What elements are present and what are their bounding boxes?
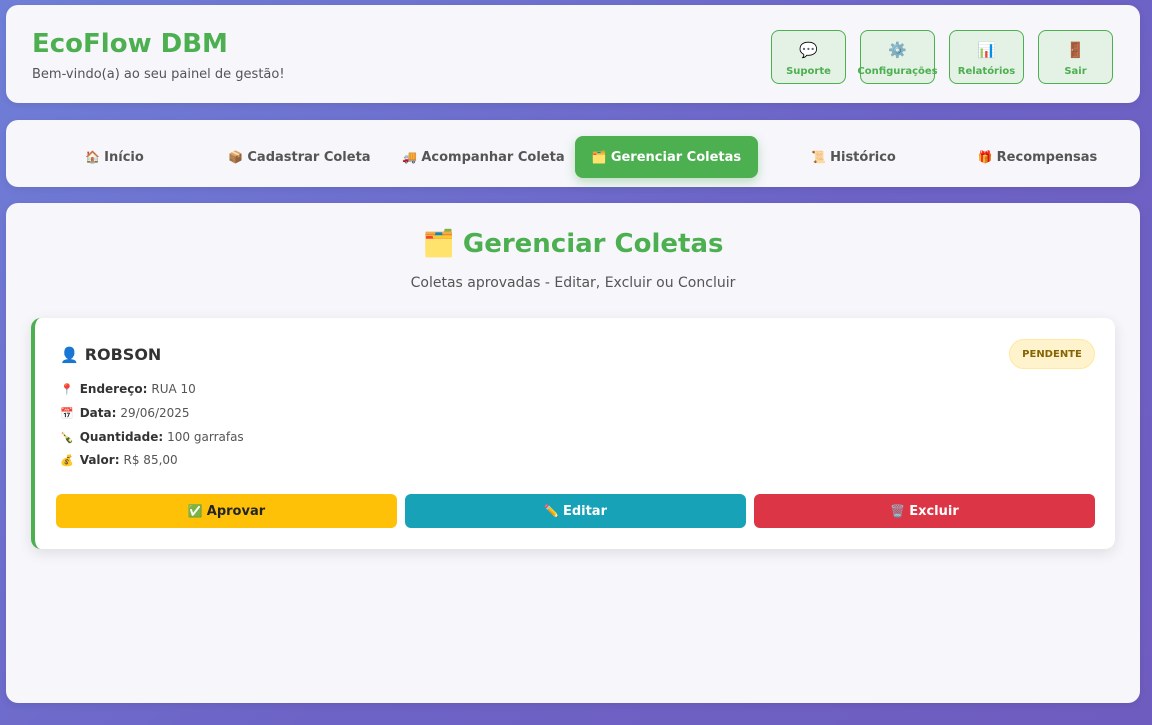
tab-label: Acompanhar Coleta (421, 150, 565, 165)
support-button-label: Suporte (786, 66, 831, 77)
folder-icon: 🗂️ (422, 229, 455, 259)
delete-button[interactable]: 🗑️ Excluir (754, 494, 1095, 528)
tab-label: Gerenciar Coletas (610, 150, 742, 165)
door-icon: 🚪 (1066, 41, 1085, 59)
tab-cadastrar-coleta[interactable]: 📦 Cadastrar Coleta (208, 136, 391, 178)
detail-value: 29/06/2025 (120, 406, 190, 420)
tab-label: Cadastrar Coleta (247, 150, 371, 165)
main-panel: 🗂️ Gerenciar Coletas Coletas aprovadas - … (6, 203, 1140, 703)
detail-value-amount: 💰 Valor: R$ 85,00 (60, 453, 178, 467)
collection-card: 👤 ROBSON PENDENTE 📍 Endereço: RUA 10 📅 Data:… (31, 318, 1115, 549)
edit-button[interactable]: ✏️ Editar (405, 494, 746, 528)
detail-label: Quantidade: (79, 430, 164, 444)
detail-label: Valor: (79, 453, 120, 467)
pencil-icon: ✏️ (544, 504, 559, 518)
support-button[interactable]: 💬 Suporte (771, 30, 846, 84)
speech-bubble-icon: 💬 (799, 41, 818, 59)
page-title: 🗂️ Gerenciar Coletas (6, 229, 1140, 259)
reports-button-label: Relatórios (957, 66, 1016, 77)
tab-label: Histórico (830, 150, 896, 165)
calendar-icon: 📅 (60, 407, 74, 420)
gear-icon: ⚙️ (888, 41, 907, 59)
tab-inicio[interactable]: 🏠 Início (23, 136, 206, 178)
bottle-icon: 🍾 (60, 431, 74, 444)
tab-label: Recompensas (996, 150, 1098, 165)
house-icon: 🏠 (85, 150, 101, 164)
pin-icon: 📍 (60, 383, 74, 396)
logout-button-label: Sair (1064, 66, 1087, 77)
edit-button-label: Editar (562, 504, 607, 519)
user-icon: 👤 (60, 346, 79, 364)
tab-label: Início (104, 150, 144, 165)
approve-button-label: Aprovar (206, 504, 266, 519)
money-bag-icon: 💰 (60, 454, 74, 467)
page-subtitle: Coletas aprovadas - Editar, Excluir ou C… (410, 275, 736, 291)
detail-value: R$ 85,00 (123, 453, 178, 467)
detail-label: Endereço: (79, 382, 148, 396)
delete-button-label: Excluir (909, 504, 959, 519)
folder-icon: 🗂️ (591, 150, 607, 164)
tab-gerenciar-coletas[interactable]: 🗂️ Gerenciar Coletas (575, 136, 758, 178)
gift-icon: 🎁 (977, 150, 993, 164)
scroll-icon: 📜 (811, 150, 827, 164)
header-card: EcoFlow DBM Bem-vindo(a) ao seu painel d… (6, 5, 1140, 103)
page-title-text: Gerenciar Coletas (462, 229, 724, 259)
bar-chart-icon: 📊 (977, 41, 996, 59)
app-title: EcoFlow DBM (32, 29, 228, 59)
package-icon: 📦 (228, 150, 244, 164)
tab-historico[interactable]: 📜 Histórico (762, 136, 945, 178)
status-badge: PENDENTE (1009, 339, 1095, 369)
trash-icon: 🗑️ (890, 504, 906, 518)
truck-icon: 🚚 (402, 150, 418, 164)
welcome-text: Bem-vindo(a) ao seu painel de gestão! (32, 67, 285, 82)
tab-acompanhar-coleta[interactable]: 🚚 Acompanhar Coleta (392, 136, 575, 178)
detail-label: Data: (79, 406, 117, 420)
detail-address: 📍 Endereço: RUA 10 (60, 382, 196, 396)
logout-button[interactable]: 🚪 Sair (1038, 30, 1113, 84)
collector-name: 👤 ROBSON (60, 345, 161, 364)
reports-button[interactable]: 📊 Relatórios (949, 30, 1024, 84)
settings-button-label: Configurações (857, 66, 938, 77)
detail-value: RUA 10 (151, 382, 196, 396)
main-nav: 🏠 Início 📦 Cadastrar Coleta 🚚 Acompanhar Co… (6, 120, 1140, 187)
detail-quantity: 🍾 Quantidade: 100 garrafas (60, 430, 244, 444)
detail-value: 100 garrafas (167, 430, 244, 444)
check-icon: ✅ (187, 504, 203, 518)
settings-button[interactable]: ⚙️ Configurações (857, 30, 938, 84)
collector-name-text: ROBSON (84, 345, 162, 364)
tab-recompensas[interactable]: 🎁 Recompensas (946, 136, 1129, 178)
approve-button[interactable]: ✅ Aprovar (56, 494, 397, 528)
detail-date: 📅 Data: 29/06/2025 (60, 406, 190, 420)
